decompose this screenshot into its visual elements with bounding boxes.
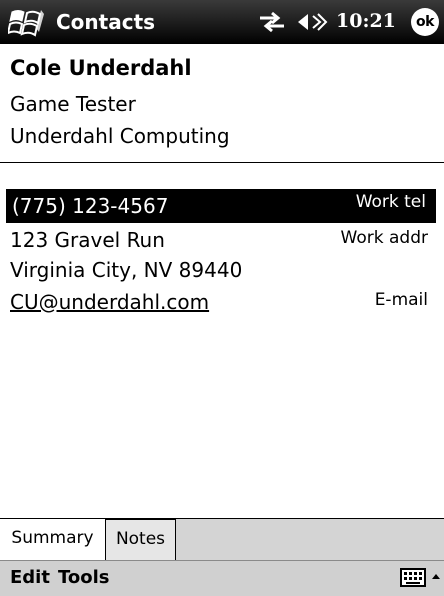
- tab-notes[interactable]: Notes: [106, 519, 176, 560]
- contact-job-title: Game Tester: [10, 92, 136, 116]
- title-bar: Contacts 10:21 ok: [0, 0, 444, 44]
- clock[interactable]: 10:21: [336, 10, 396, 32]
- work-address-line2[interactable]: Virginia City, NV 89440: [10, 258, 242, 282]
- menu-tools[interactable]: Tools: [58, 567, 110, 588]
- work-phone-value: (775) 123-4567: [12, 194, 169, 218]
- email-label: E-mail: [374, 290, 428, 310]
- app-title: Contacts: [56, 10, 156, 34]
- tab-strip: Summary Notes: [0, 518, 444, 560]
- volume-icon[interactable]: [296, 10, 330, 34]
- menu-bar: Edit Tools: [0, 560, 444, 596]
- contact-name: Cole Underdahl: [10, 56, 192, 80]
- work-address-line1[interactable]: 123 Gravel Run: [10, 228, 165, 252]
- tab-summary[interactable]: Summary: [0, 519, 106, 560]
- email-link[interactable]: CU@underdahl.com: [10, 290, 209, 314]
- windows-start-icon[interactable]: [8, 6, 46, 38]
- connectivity-icon[interactable]: [258, 10, 286, 34]
- contact-company: Underdahl Computing: [10, 124, 230, 148]
- keyboard-icon[interactable]: [400, 567, 426, 589]
- work-phone-row[interactable]: (775) 123-4567 Work tel: [6, 189, 436, 223]
- header-divider: [0, 162, 444, 163]
- menu-edit[interactable]: Edit: [10, 567, 50, 588]
- up-arrow-icon[interactable]: [430, 569, 442, 585]
- work-address-label: Work addr: [340, 228, 428, 248]
- ok-button[interactable]: ok: [411, 8, 439, 36]
- work-phone-label: Work tel: [355, 192, 426, 212]
